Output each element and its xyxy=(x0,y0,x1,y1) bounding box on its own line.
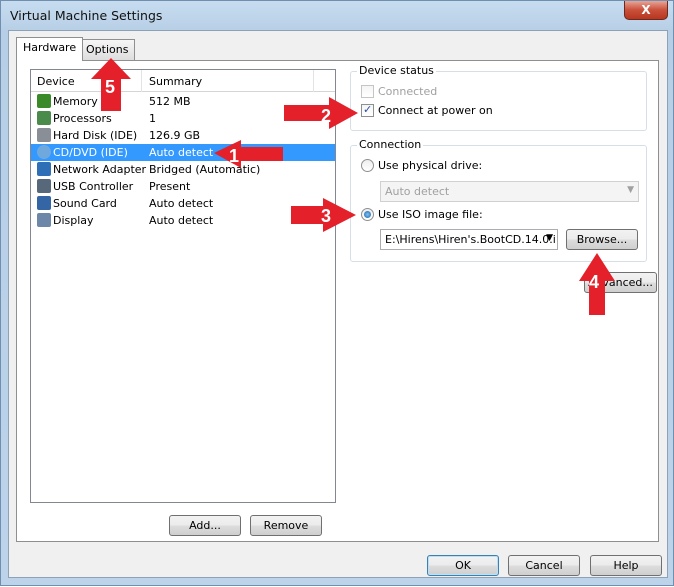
annotation-arrow-1: 1 xyxy=(214,140,283,168)
annotation-number: 2 xyxy=(321,106,331,126)
annotation-overlay: 1 2 3 4 5 xyxy=(91,58,615,315)
annotation-number: 3 xyxy=(321,206,331,226)
annotation-arrow-3: 3 xyxy=(291,198,356,232)
annotation-number: 5 xyxy=(105,77,115,97)
annotation-number: 4 xyxy=(589,272,599,292)
annotation-arrow-4: 4 xyxy=(579,253,615,315)
tab-hardware[interactable]: Hardware xyxy=(16,37,84,61)
virtual-machine-settings-window: Virtual Machine Settings X Hardware Opti… xyxy=(0,0,674,586)
annotation-number: 1 xyxy=(229,146,239,166)
annotation-arrow-5: 5 xyxy=(91,58,131,111)
annotation-arrow-2: 2 xyxy=(284,97,358,129)
